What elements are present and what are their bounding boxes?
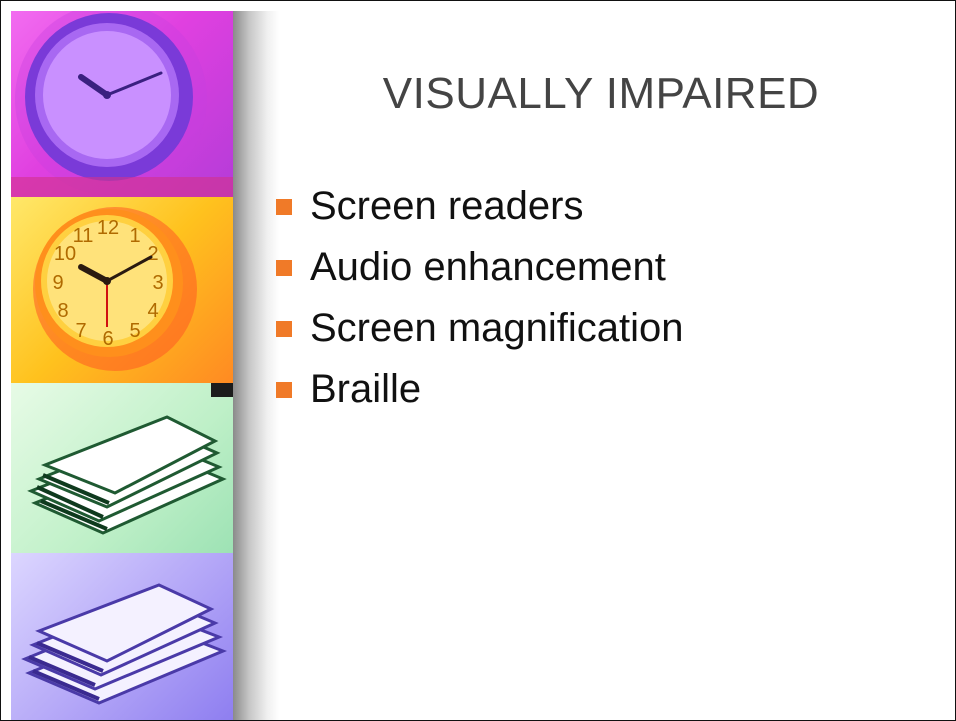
clock-icon: [11, 11, 233, 197]
clock-number: 1: [129, 225, 140, 247]
bullet-text: Braille: [310, 367, 422, 411]
bullet-item: Screen readers: [276, 181, 684, 242]
clock-number: 2: [147, 243, 158, 265]
clock-number: 3: [152, 272, 163, 294]
bullet-square-icon: [276, 199, 292, 215]
papers-icon: [27, 383, 233, 535]
clock-number: 7: [75, 320, 86, 342]
bullet-square-icon: [276, 382, 292, 398]
slide: 12 1 2 3 4 5 6 7 8 9 10 11 VISUALLY IMPA…: [0, 0, 956, 721]
papers-panel-purple: [11, 553, 233, 720]
bullet-item: Braille: [276, 364, 684, 425]
bullet-text: Screen magnification: [310, 306, 684, 350]
bullet-text: Screen readers: [310, 184, 584, 228]
sidebar-shadow: [233, 11, 279, 720]
clock-number: 12: [97, 217, 119, 239]
clock-number: 5: [129, 320, 140, 342]
papers-panel-green: [11, 383, 233, 553]
clock-panel-yellow: 12 1 2 3 4 5 6 7 8 9 10 11: [11, 197, 233, 383]
bullet-item: Audio enhancement: [276, 242, 684, 303]
clock-number: 4: [147, 300, 158, 322]
bullet-text: Audio enhancement: [310, 245, 666, 289]
clock-panel-magenta: [11, 11, 233, 197]
bullet-square-icon: [276, 321, 292, 337]
bullet-item: Screen magnification: [276, 303, 684, 364]
bullet-square-icon: [276, 260, 292, 276]
papers-icon: [21, 583, 228, 705]
clock-number: 9: [52, 272, 63, 294]
bullet-list: Screen readers Audio enhancement Screen …: [276, 181, 684, 425]
image-sidebar: 12 1 2 3 4 5 6 7 8 9 10 11: [11, 11, 233, 720]
clock-number: 8: [57, 300, 68, 322]
clock-icon: 12 1 2 3 4 5 6 7 8 9 10 11: [33, 207, 197, 371]
clock-number: 11: [73, 225, 94, 247]
slide-title: VISUALLY IMPAIRED: [382, 69, 820, 118]
clock-number: 6: [102, 328, 113, 350]
